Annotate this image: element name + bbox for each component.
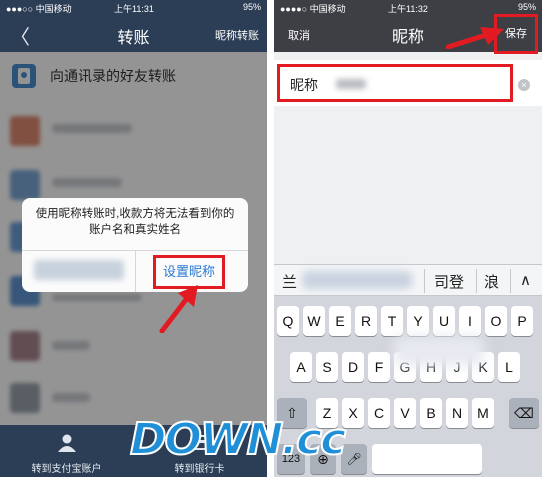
candidate-divider (476, 269, 477, 293)
backspace-key[interactable]: ⌫ (509, 398, 539, 428)
candidate-divider (510, 269, 511, 293)
battery-label: 95% (517, 2, 536, 12)
key[interactable]: A (290, 352, 312, 382)
space-key[interactable] (372, 444, 482, 474)
key[interactable]: W (303, 306, 325, 336)
key[interactable]: Q (277, 306, 299, 336)
candidate-item[interactable]: 司登 (434, 271, 464, 292)
right-screen: ●●●●○ 中国移动 上午11:32 95% 取消 昵称 保存 昵称 × 兰 司… (274, 0, 542, 477)
key[interactable]: F (368, 352, 390, 382)
nav-bar: ●●●○○ 中国移动 上午11:31 95% 〈 转账 昵称转账 (0, 0, 267, 52)
field-label: 昵称 (290, 77, 318, 93)
time-label: 上午11:31 (114, 4, 154, 14)
carrier-label: ●●●●○ 中国移动 (280, 4, 346, 14)
field-value-blurred (336, 79, 366, 89)
key[interactable]: I (459, 306, 481, 336)
nickname-field[interactable]: 昵称 (277, 64, 513, 102)
watermark-logo: DOWN.cc (129, 413, 347, 466)
key[interactable]: T (381, 306, 403, 336)
key[interactable]: X (342, 398, 364, 428)
key[interactable]: R (355, 306, 377, 336)
key[interactable]: Y (407, 306, 429, 336)
key[interactable]: E (329, 306, 351, 336)
chevron-up-icon[interactable]: ∧ (520, 271, 531, 289)
key[interactable]: M (472, 398, 494, 428)
time-label: 上午11:32 (388, 4, 428, 14)
pointer-arrow-icon (446, 27, 504, 49)
key[interactable]: B (420, 398, 442, 428)
dialog-button-divider (135, 250, 136, 292)
key[interactable]: P (511, 306, 533, 336)
carrier-label: ●●●○○ 中国移动 (6, 4, 72, 14)
key[interactable]: U (433, 306, 455, 336)
dialog-cancel-button[interactable] (34, 260, 124, 280)
candidate-item[interactable]: 浪 (484, 271, 499, 292)
keyboard-blur (394, 336, 484, 366)
candidate-divider (424, 269, 425, 293)
battery-label: 95% (242, 2, 261, 12)
key[interactable]: N (446, 398, 468, 428)
clear-icon[interactable]: × (518, 79, 530, 91)
tab-label: 转到支付宝账户 (31, 464, 102, 475)
key[interactable]: S (316, 352, 338, 382)
divider (267, 0, 274, 477)
dialog-message: 使用昵称转账时,收款方将无法看到你的账户名和真实姓名 (35, 208, 235, 236)
key[interactable]: V (394, 398, 416, 428)
left-screen: ●●●○○ 中国移动 上午11:31 95% 〈 转账 昵称转账 向通讯录的好友… (0, 0, 267, 477)
microphone-icon[interactable]: 🎤︎ (341, 444, 367, 474)
key[interactable]: O (485, 306, 507, 336)
person-icon (58, 434, 76, 452)
candidate-bar: 兰 司登 浪 ∧ (274, 264, 542, 296)
tab-alipay-account[interactable]: 转到支付宝账户 (0, 425, 133, 477)
pointer-arrow-icon (159, 285, 198, 333)
status-bar: ●●●○○ 中国移动 上午11:31 95% (0, 0, 267, 16)
candidate-item[interactable]: 兰 (282, 271, 297, 292)
nickname-transfer-link[interactable]: 昵称转账 (215, 27, 259, 43)
key[interactable]: C (368, 398, 390, 428)
candidate-blurred (302, 271, 412, 289)
key[interactable]: L (498, 352, 520, 382)
key[interactable]: D (342, 352, 364, 382)
